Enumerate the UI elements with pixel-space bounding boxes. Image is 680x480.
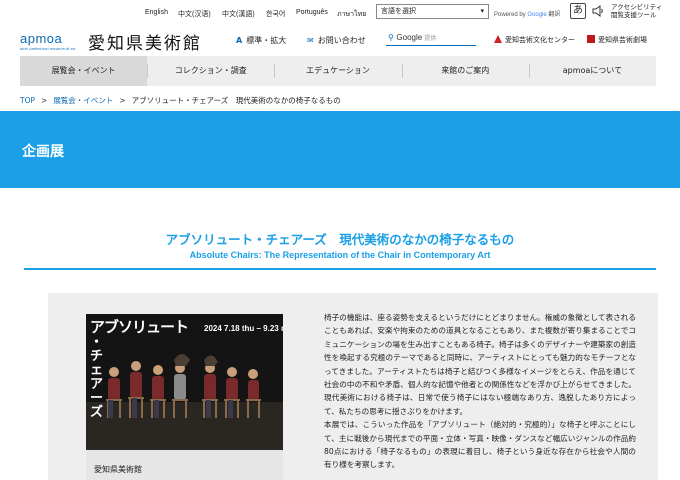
logo-subtitle: aichi prefectural museum of art	[20, 47, 76, 51]
breadcrumb-top[interactable]: TOP	[20, 96, 35, 105]
translate-select-value: 言語を選択	[381, 7, 416, 15]
chevron-down-icon: ▾	[480, 7, 484, 15]
zoom-link[interactable]: A 標準・拡大	[236, 35, 286, 46]
lang-thai[interactable]: ภาษาไทย	[337, 9, 366, 20]
title-divider	[24, 268, 656, 270]
poster-title-vertical: ・チェアーズ	[90, 335, 104, 420]
site-header: apmoa aichi prefectural museum of art 愛知…	[0, 26, 680, 56]
poster-dates: 2024 7.18 thu – 9.23 mon	[204, 324, 283, 333]
lang-korean[interactable]: 한국어	[266, 9, 285, 19]
breadcrumb-separator: >	[41, 96, 48, 105]
poster-footer: 愛知県美術館	[86, 450, 283, 480]
breadcrumb-separator: >	[119, 96, 126, 105]
search-icon: ⚲	[388, 33, 394, 42]
lang-zh-hans[interactable]: 中文(汉语)	[178, 9, 211, 19]
site-title[interactable]: 愛知県美術館	[88, 29, 202, 54]
lang-english[interactable]: English	[145, 9, 168, 16]
description-paragraph-1: 椅子の機能は、座る姿勢を支えるというだけにとどまりません。権威の象徴として表され…	[324, 313, 636, 416]
exhibition-poster[interactable]: アブソリュート ・チェアーズ 2024 7.18 thu – 9.23 mon …	[86, 314, 283, 480]
accessibility-tool-link[interactable]: アクセシビリティ 閲覧支援ツール	[611, 3, 662, 19]
site-search-input[interactable]: ⚲ Google 提供	[386, 29, 476, 46]
accessibility-sublabel: 閲覧支援ツール	[611, 11, 657, 19]
nav-item-exhibitions[interactable]: 展覧会・イベント	[20, 56, 148, 86]
text-resize-icon[interactable]: あ	[570, 3, 586, 19]
powered-by-google: Powered by Google 翻訳	[494, 9, 560, 18]
search-suffix: 提供	[424, 35, 437, 42]
arts-center-link[interactable]: 愛知芸術文化センター	[494, 35, 575, 45]
description-paragraph-2: 本展では、こういった作品を「アブソリュート（絶対的・究極的）」な椅子と呼ぶことに…	[324, 420, 636, 470]
logo-apmoa[interactable]: apmoa	[20, 31, 62, 46]
breadcrumb: TOP > 展覧会・イベント > アブソリュート・チェアーズ 現代美術のなかの椅子なるも…	[20, 95, 341, 106]
arts-theater-link[interactable]: 愛知県芸術劇場	[587, 35, 647, 45]
section-title: 企画展	[22, 144, 64, 160]
powered-suffix: 翻訳	[548, 12, 561, 18]
exhibition-title-en: Absolute Chairs: The Representation of t…	[189, 250, 491, 260]
section-banner: 企画展	[0, 111, 680, 188]
translate-language-select[interactable]: 言語を選択 ▾	[376, 4, 489, 19]
lang-zh-hant[interactable]: 中文(漢語)	[222, 9, 255, 19]
mail-icon: ✉	[307, 36, 314, 45]
zoom-link-label: 標準・拡大	[246, 36, 287, 45]
lang-portuguese[interactable]: Português	[296, 9, 328, 16]
nav-item-visit[interactable]: 来館のご案内	[401, 56, 529, 86]
speaker-icon[interactable]	[592, 4, 604, 18]
zoom-icon: A	[236, 36, 243, 45]
arts-center-logo-icon	[494, 35, 502, 43]
google-wordmark: Google	[527, 12, 547, 18]
contact-link[interactable]: ✉ お問い合わせ	[307, 35, 366, 46]
utility-bar: English 中文(汉语) 中文(漢語) 한국어 Português ภาษา…	[0, 0, 680, 26]
nav-item-education[interactable]: エデュケーション	[274, 56, 401, 86]
arts-center-label: 愛知芸術文化センター	[505, 36, 575, 44]
nav-item-about[interactable]: apmoaについて	[528, 56, 656, 86]
exhibition-description: 椅子の機能は、座る姿勢を支えるというだけにとどまりません。権威の象徴として表され…	[324, 311, 636, 472]
powered-prefix: Powered by	[494, 12, 526, 18]
main-nav: 展覧会・イベント コレクション・調査 エデュケーション 来館のご案内 apmoa…	[20, 56, 656, 86]
contact-link-label: お問い合わせ	[317, 36, 366, 45]
breadcrumb-current: アブソリュート・チェアーズ 現代美術のなかの椅子なるもの	[131, 96, 341, 105]
nav-item-collection[interactable]: コレクション・調査	[147, 56, 274, 86]
poster-title: アブソリュート	[90, 318, 189, 336]
exhibition-title-jp: アブソリュート・チェアーズ 現代美術のなかの椅子なるもの	[165, 232, 515, 247]
arts-theater-logo-icon	[587, 35, 595, 43]
breadcrumb-exhibitions[interactable]: 展覧会・イベント	[53, 96, 113, 105]
arts-theater-label: 愛知県芸術劇場	[598, 36, 647, 44]
poster-venue: 愛知県美術館	[94, 465, 142, 474]
accessibility-label: アクセシビリティ	[611, 3, 663, 11]
search-brand: Google	[396, 33, 423, 42]
